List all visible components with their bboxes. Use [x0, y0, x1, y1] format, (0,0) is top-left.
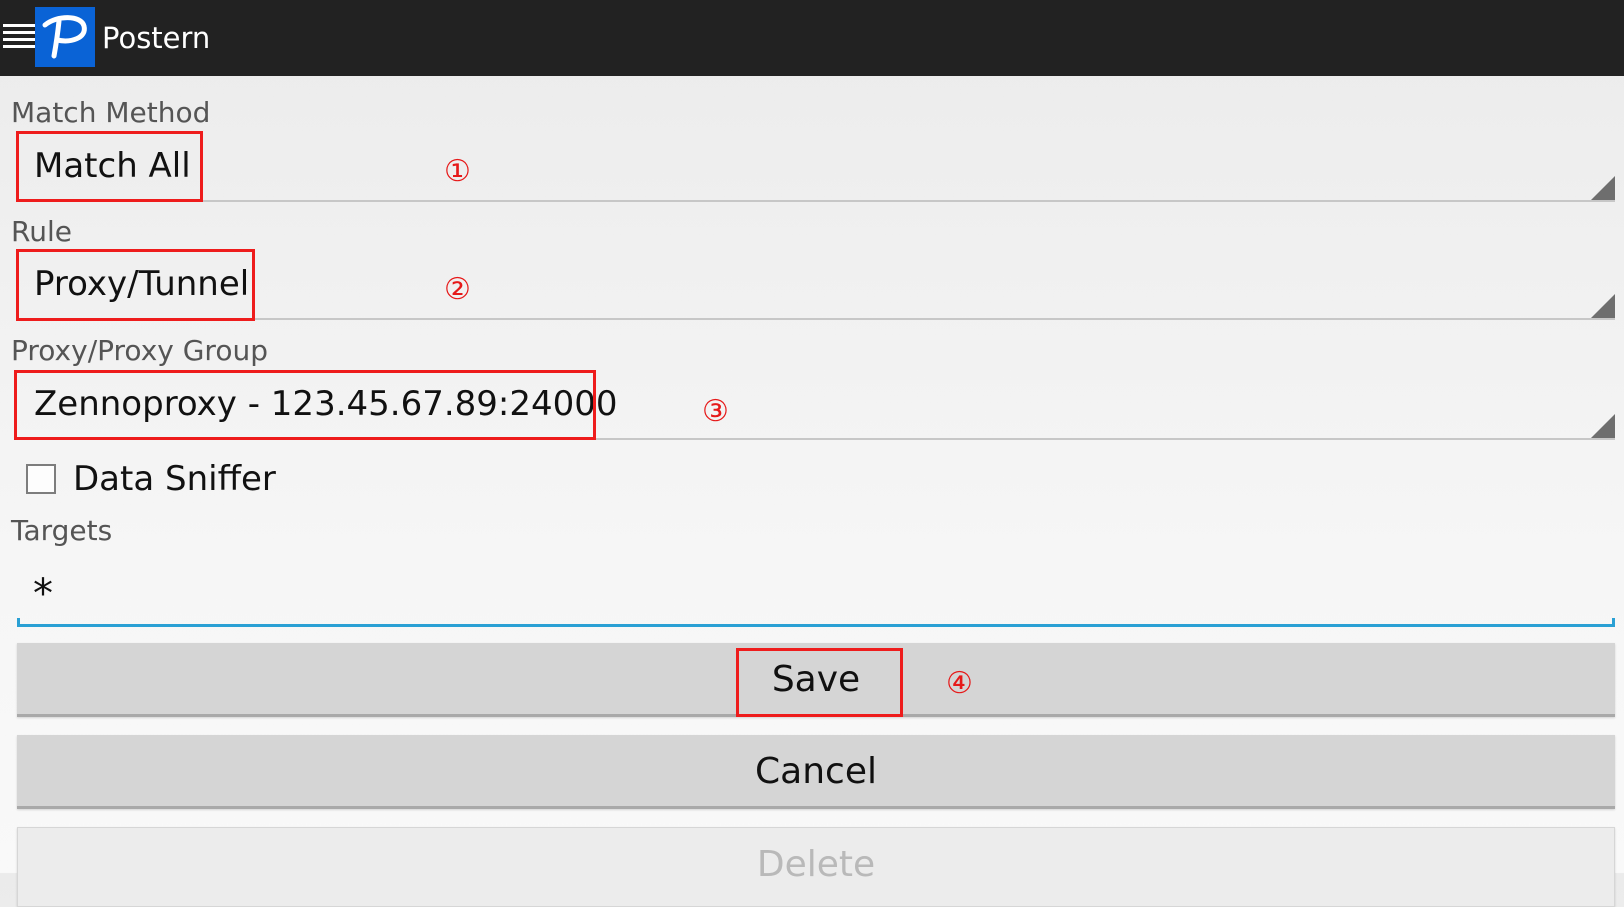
delete-button-label: Delete	[756, 844, 876, 885]
annotation-box-1	[16, 131, 203, 202]
dropdown-arrow-icon	[1591, 294, 1615, 318]
app-bar: Postern	[0, 0, 1624, 76]
annotation-marker-4: ④	[946, 666, 973, 701]
annotation-box-3	[14, 370, 596, 440]
cancel-button-label: Cancel	[755, 751, 877, 792]
postern-logo-icon[interactable]	[35, 7, 95, 67]
targets-value: *	[33, 571, 53, 617]
targets-label: Targets	[11, 514, 113, 547]
match-method-label: Match Method	[11, 96, 211, 129]
dropdown-underline	[17, 318, 1615, 320]
dropdown-arrow-icon	[1591, 414, 1615, 438]
data-sniffer-checkbox[interactable]	[26, 464, 56, 494]
annotation-box-4	[736, 648, 903, 717]
annotation-marker-2: ②	[444, 272, 471, 307]
app-title: Postern	[102, 21, 211, 55]
cancel-button[interactable]: Cancel	[17, 735, 1615, 809]
targets-input[interactable]: *	[17, 560, 1615, 627]
data-sniffer-label[interactable]: Data Sniffer	[73, 459, 276, 499]
match-method-dropdown[interactable]: Match All	[17, 128, 1615, 202]
rule-label: Rule	[11, 215, 72, 248]
dropdown-arrow-icon	[1591, 176, 1615, 200]
annotation-marker-3: ③	[702, 394, 729, 429]
input-underline	[17, 618, 1615, 627]
hamburger-menu-icon[interactable]	[3, 24, 35, 52]
annotation-marker-1: ①	[444, 154, 471, 189]
delete-button[interactable]: Delete	[17, 827, 1615, 907]
rule-dropdown[interactable]: Proxy/Tunnel	[17, 246, 1615, 320]
dropdown-underline	[17, 200, 1615, 202]
annotation-box-2	[16, 249, 255, 321]
proxy-group-label: Proxy/Proxy Group	[11, 334, 268, 367]
